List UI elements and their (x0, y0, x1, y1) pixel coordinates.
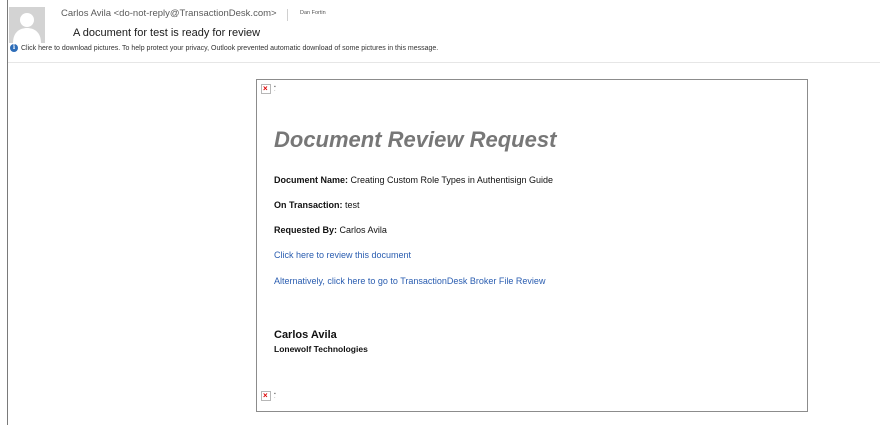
requested-by-label: Requested By: (274, 225, 338, 235)
requested-by-row: Requested By: Carlos Avila (274, 225, 387, 235)
recipient-name[interactable]: Dan Fortin (300, 10, 326, 16)
document-name-row: Document Name: Creating Custom Role Type… (274, 175, 553, 185)
window-left-border (7, 0, 8, 425)
document-name-value: Creating Custom Role Types in Authentisi… (350, 175, 553, 185)
broken-image-icon[interactable]: × (261, 391, 271, 401)
message-header: Carlos Avila <do-not-reply@TransactionDe… (0, 0, 880, 62)
header-divider (8, 62, 880, 63)
requested-by-value: Carlos Avila (339, 225, 387, 235)
email-body-card: × ▪ · Document Review Request Document Na… (256, 79, 808, 412)
document-review-title: Document Review Request (274, 127, 557, 152)
transaction-label: On Transaction: (274, 200, 343, 210)
sender-avatar[interactable] (9, 7, 45, 43)
person-silhouette-icon (9, 7, 45, 43)
message-subject: A document for test is ready for review (73, 27, 261, 39)
image-placeholder-marker: ▪ · (274, 84, 276, 94)
info-icon: i (10, 44, 18, 52)
signature-name: Carlos Avila (274, 329, 337, 341)
broker-file-review-link[interactable]: Alternatively, click here to go to Trans… (274, 276, 545, 286)
review-document-link[interactable]: Click here to review this document (274, 250, 411, 260)
sender-address[interactable]: Carlos Avila <do-not-reply@TransactionDe… (61, 8, 277, 19)
document-name-label: Document Name: (274, 175, 349, 185)
broken-image-icon[interactable]: × (261, 84, 271, 94)
image-placeholder-marker: ▪ · (274, 391, 276, 401)
transaction-value: test (345, 200, 360, 210)
download-pictures-infobar[interactable]: i Click here to download pictures. To he… (10, 44, 438, 52)
infobar-text: Click here to download pictures. To help… (21, 44, 439, 52)
transaction-row: On Transaction: test (274, 200, 360, 210)
header-separator (287, 9, 288, 21)
signature-company: Lonewolf Technologies (274, 344, 368, 354)
